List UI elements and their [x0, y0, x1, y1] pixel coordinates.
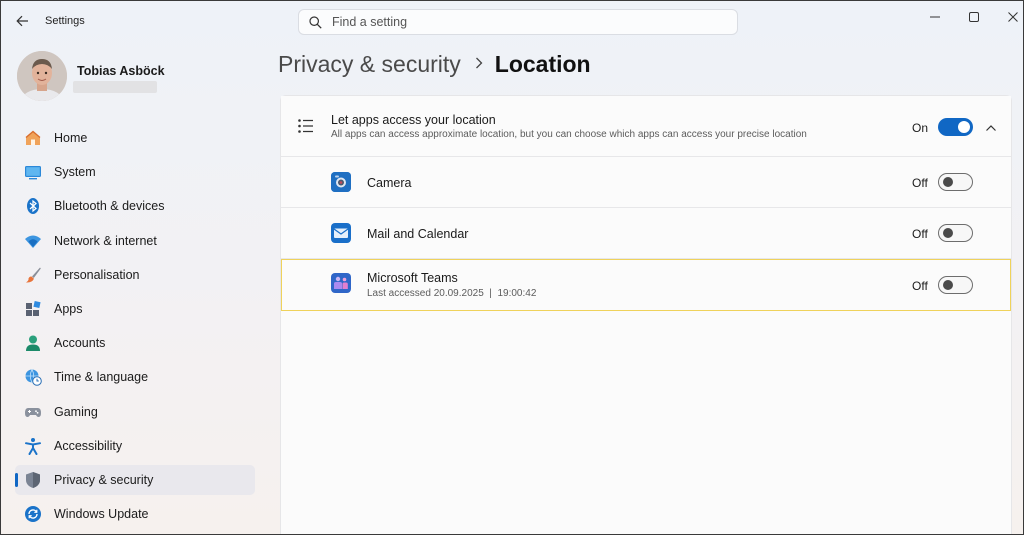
sidebar-item-personalisation[interactable]: Personalisation: [15, 260, 255, 290]
sidebar-item-label: Windows Update: [54, 507, 149, 522]
close-icon: [1008, 12, 1018, 22]
sidebar-nav: Home System Bluetooth & devices Network …: [15, 123, 255, 533]
sidebar-item-apps[interactable]: Apps: [15, 294, 255, 324]
sidebar-item-label: Personalisation: [54, 267, 140, 282]
sidebar-item-label: Privacy & security: [54, 472, 154, 487]
camera-location-toggle[interactable]: [938, 173, 973, 191]
sidebar-item-label: Accessibility: [54, 438, 123, 453]
user-email-redacted: [73, 81, 157, 93]
breadcrumb-parent-link[interactable]: Privacy & security: [278, 51, 461, 78]
sidebar-item-label: Bluetooth & devices: [54, 199, 165, 214]
search-icon: [309, 15, 322, 29]
minimize-button[interactable]: [921, 7, 949, 27]
chevron-up-icon[interactable]: [985, 120, 997, 138]
last-accessed-info: Last accessed 20.09.2025 | 19:00:42: [367, 288, 537, 299]
globe-clock-icon: [24, 368, 42, 387]
wifi-icon: [24, 232, 42, 250]
app-state-label: Off: [912, 279, 928, 293]
app-name: Microsoft Teams: [367, 271, 458, 285]
location-settings-panel: Let apps access your location All apps c…: [280, 95, 1012, 534]
toggle-knob: [958, 121, 970, 133]
user-photo-icon: [17, 51, 67, 101]
sidebar-item-windows-update[interactable]: Windows Update: [15, 499, 255, 529]
location-access-state: On: [912, 121, 929, 135]
location-access-description: All apps can access approximate location…: [331, 129, 807, 140]
title-bar: Settings: [1, 1, 1023, 41]
app-name: Camera: [367, 176, 412, 190]
maximize-button[interactable]: [960, 7, 988, 27]
sidebar-item-accounts[interactable]: Accounts: [15, 328, 255, 358]
user-name: Tobias Asböck: [77, 64, 165, 78]
location-access-row[interactable]: Let apps access your location All apps c…: [281, 96, 1011, 157]
search-input[interactable]: [332, 15, 712, 29]
sidebar-item-label: Accounts: [54, 336, 106, 351]
sidebar-item-label: Home: [54, 131, 88, 145]
sidebar-item-network-internet[interactable]: Network & internet: [15, 226, 255, 256]
chevron-right-icon: [475, 56, 483, 74]
app-name: Mail and Calendar: [367, 227, 469, 241]
list-settings-icon: [297, 117, 315, 140]
app-row-camera: Camera Off: [281, 157, 1011, 208]
gamepad-icon: [24, 403, 42, 421]
sidebar-item-privacy-security[interactable]: Privacy & security: [15, 464, 255, 495]
sidebar-item-label: Time & language: [54, 370, 149, 385]
sidebar-item-gaming[interactable]: Gaming: [15, 397, 255, 427]
app-row-microsoft-teams: Microsoft Teams Last accessed 20.09.2025…: [281, 259, 1011, 311]
avatar: [17, 51, 67, 101]
app-state-label: Off: [912, 227, 928, 241]
sidebar-item-bluetooth-devices[interactable]: Bluetooth & devices: [15, 191, 255, 221]
minimize-icon: [930, 16, 940, 18]
bluetooth-icon: [24, 197, 42, 215]
teams-icon: [331, 273, 351, 293]
arrow-left-icon: [15, 15, 28, 27]
sidebar-item-label: Network & internet: [54, 233, 157, 248]
monitor-icon: [24, 163, 42, 181]
home-icon: [24, 129, 42, 147]
mail-calendar-location-toggle[interactable]: [938, 224, 973, 242]
camera-icon: [331, 172, 351, 192]
page-title: Location: [494, 51, 591, 77]
apps-icon: [24, 300, 42, 318]
app-row-mail-calendar: Mail and Calendar Off: [281, 208, 1011, 259]
sidebar-item-label: Gaming: [54, 404, 98, 419]
location-access-title: Let apps access your location: [331, 113, 496, 127]
update-icon: [24, 505, 42, 523]
maximize-icon: [969, 12, 979, 22]
teams-location-toggle[interactable]: [938, 276, 973, 294]
toggle-knob: [943, 177, 953, 187]
toggle-knob: [943, 228, 953, 238]
location-access-toggle[interactable]: [938, 118, 973, 136]
app-title: Settings: [45, 15, 85, 27]
sidebar-item-time-language[interactable]: Time & language: [15, 362, 255, 392]
app-state-label: Off: [912, 176, 928, 190]
person-icon: [24, 334, 42, 352]
sidebar-item-label: System: [54, 165, 96, 180]
search-box[interactable]: [298, 9, 738, 35]
sidebar-item-label: Apps: [54, 301, 83, 316]
settings-window: Settings Tobi: [0, 0, 1024, 535]
sidebar-item-system[interactable]: System: [15, 157, 255, 187]
sidebar-item-accessibility[interactable]: Accessibility: [15, 431, 255, 461]
sidebar-item-home[interactable]: Home: [15, 123, 255, 153]
close-button[interactable]: [999, 7, 1023, 27]
brush-icon: [24, 266, 42, 284]
accessibility-icon: [24, 437, 42, 455]
toggle-knob: [943, 280, 953, 290]
shield-icon: [24, 471, 42, 489]
mail-icon: [331, 223, 351, 243]
back-button[interactable]: [9, 9, 35, 33]
breadcrumb: Privacy & security Location: [278, 51, 591, 78]
